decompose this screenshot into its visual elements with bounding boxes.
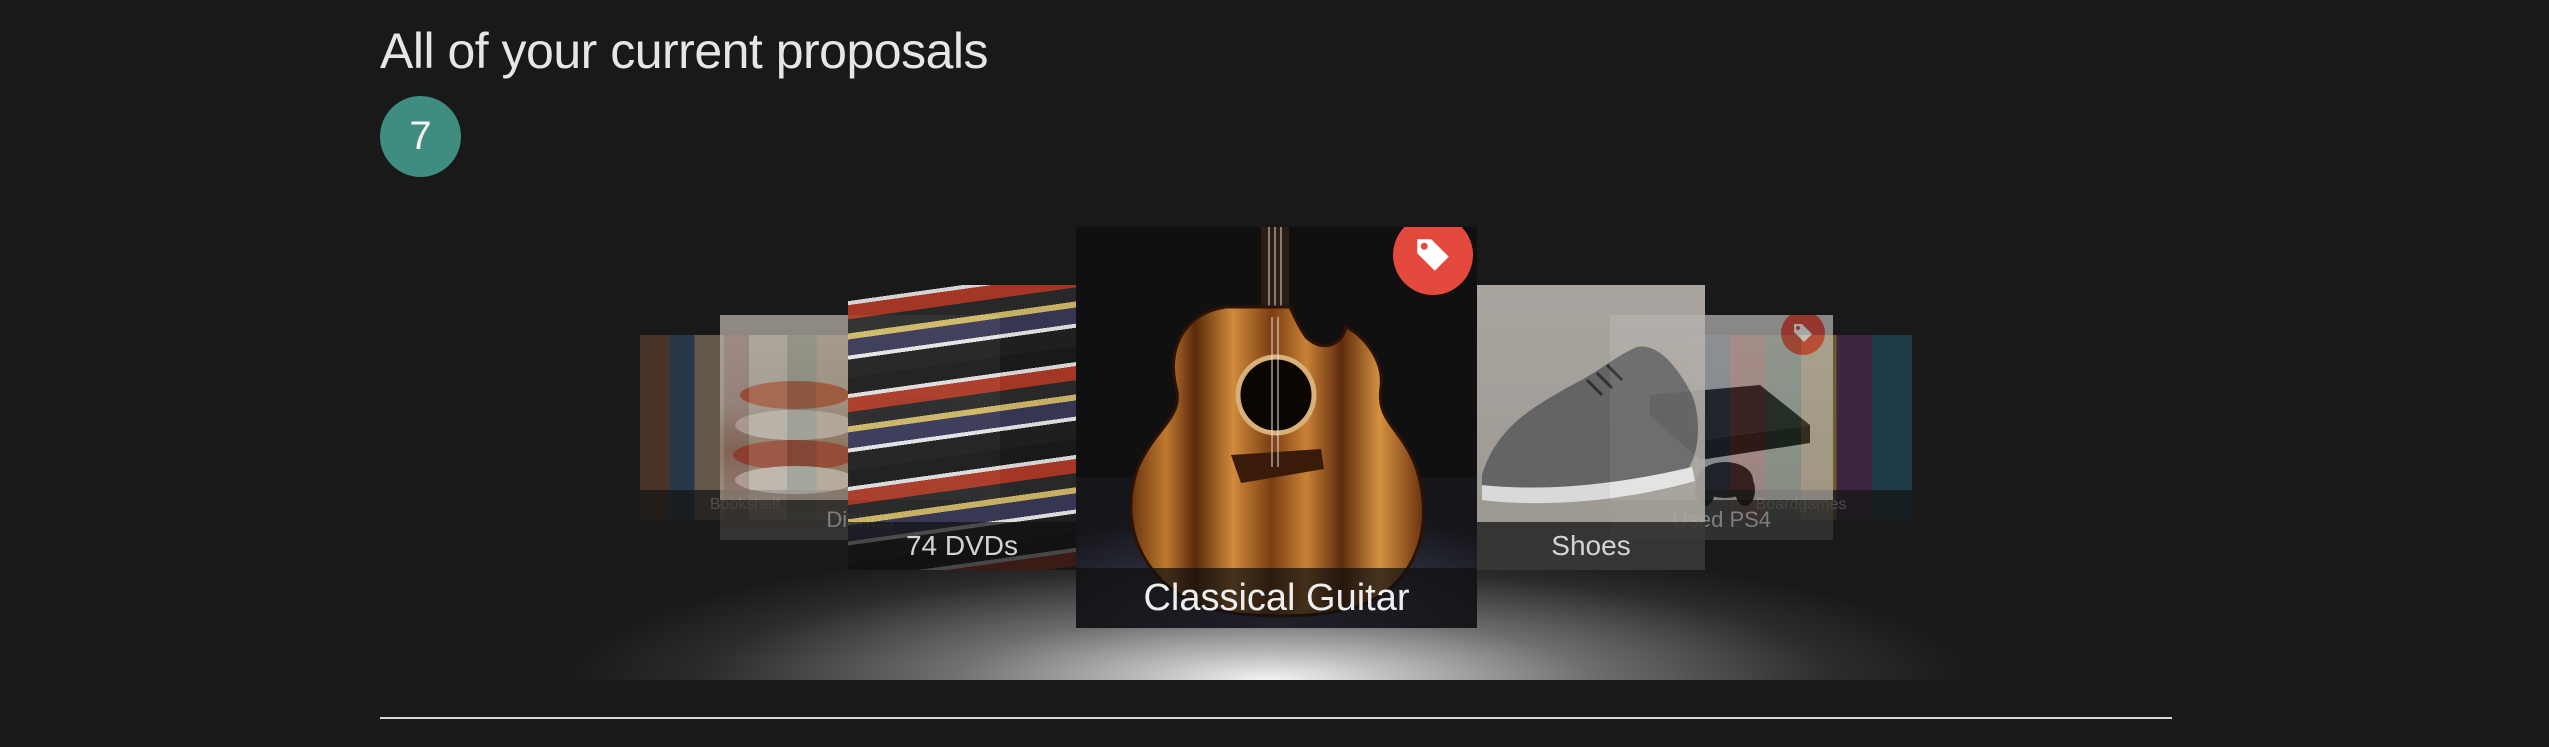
carousel-card-shoes[interactable]: Shoes xyxy=(1477,285,1705,570)
page-title: All of your current proposals xyxy=(380,23,989,79)
card-label: 74 DVDs xyxy=(848,522,1076,570)
carousel-card-dvds[interactable]: 74 DVDs xyxy=(848,285,1076,570)
proposal-count-badge: 7 xyxy=(380,96,461,177)
section-divider xyxy=(380,717,2172,719)
card-label: Classical Guitar xyxy=(1076,568,1477,628)
price-tag-icon xyxy=(1417,239,1449,271)
price-tag-icon xyxy=(1794,324,1812,342)
card-label: Shoes xyxy=(1477,522,1705,570)
proposals-page: All of your current proposals 7 Bookshel… xyxy=(0,0,2549,747)
carousel-card-guitar[interactable]: Classical Guitar xyxy=(1076,227,1477,628)
